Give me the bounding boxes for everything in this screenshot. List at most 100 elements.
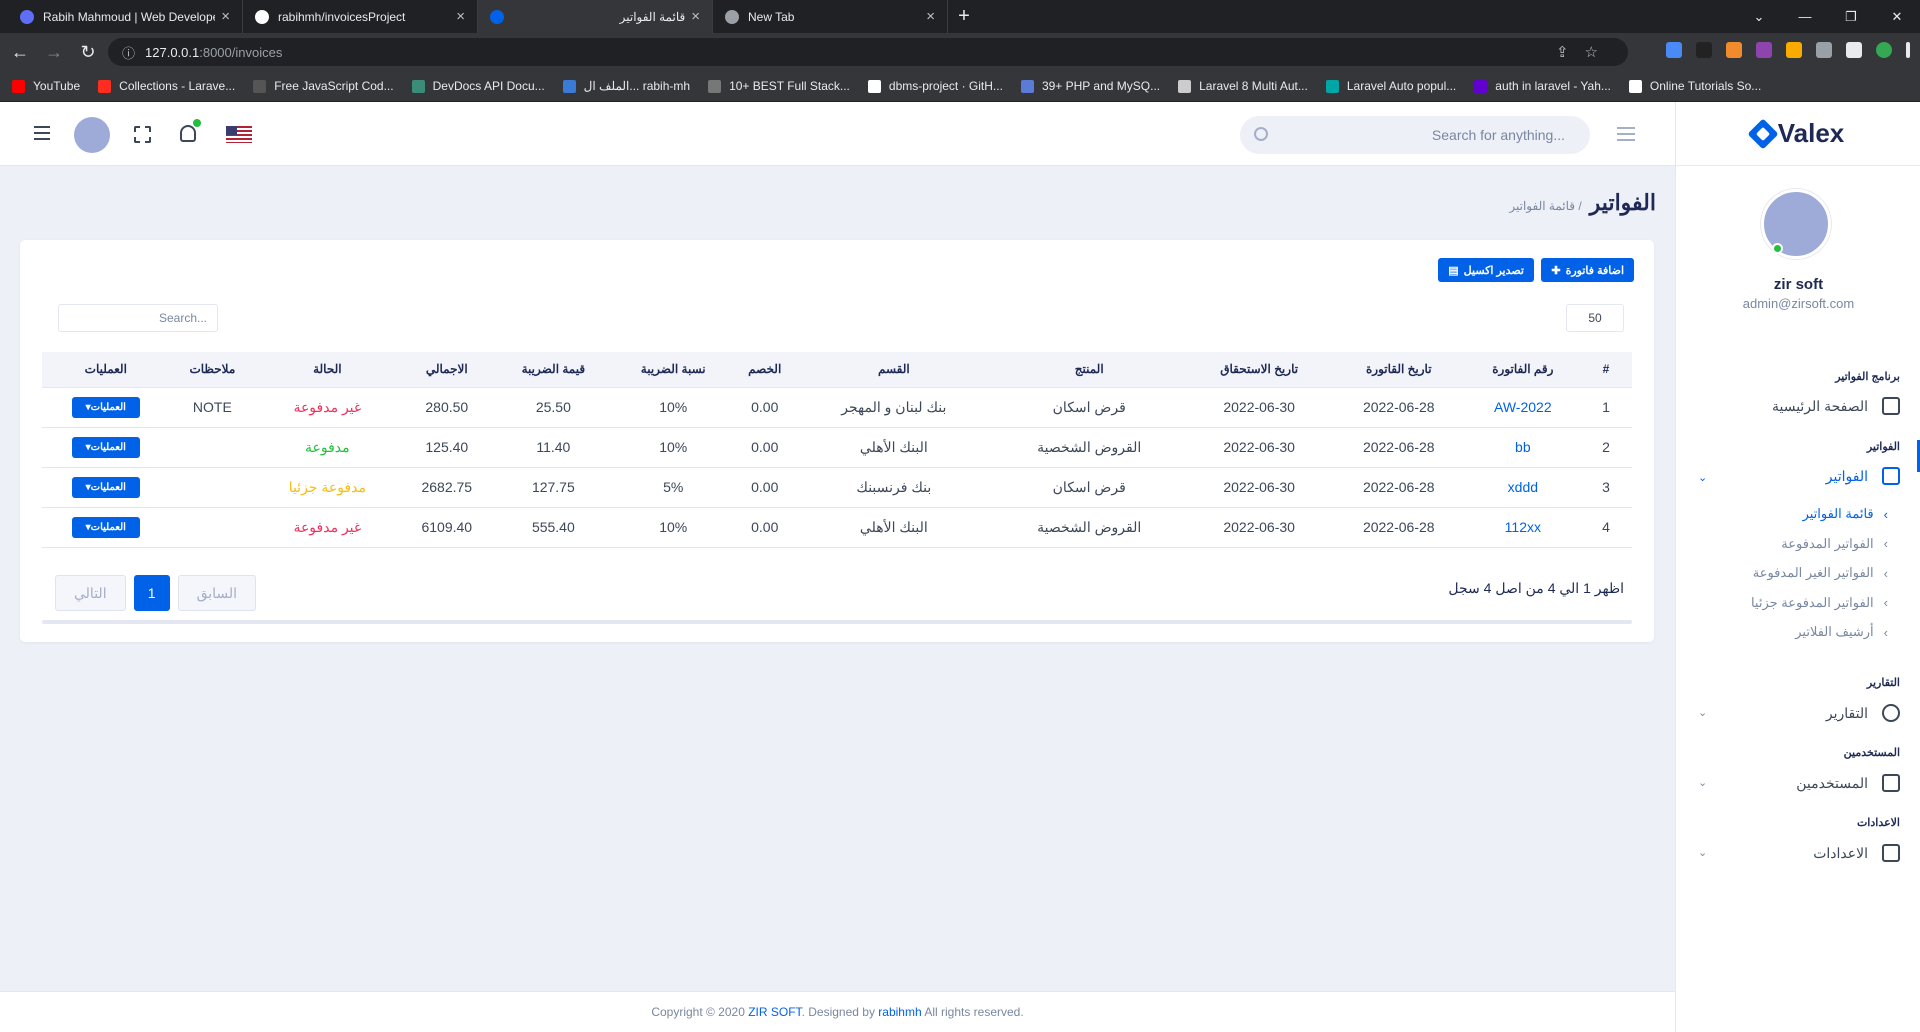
global-search-input[interactable]: Search for anything...: [1240, 116, 1590, 154]
sidebar-item-users[interactable]: المستخدمين: [1796, 774, 1900, 792]
browser-tab[interactable]: rabihmh/invoicesProject ×: [243, 0, 478, 33]
sidebar-item-settings[interactable]: الاعدادات: [1813, 844, 1900, 862]
chevron-down-icon[interactable]: ⌄: [1698, 846, 1707, 859]
column-header[interactable]: رقم الفاتورة: [1465, 352, 1580, 388]
column-header[interactable]: قيمة الضريبة: [494, 352, 613, 388]
header-avatar[interactable]: [74, 117, 110, 153]
sidebar-item-home[interactable]: الصفحة الرئيسية: [1772, 397, 1900, 415]
column-header[interactable]: تاريخ القاتورة: [1331, 352, 1466, 388]
sidebar-item-invoices[interactable]: الفواتير: [1826, 467, 1900, 485]
sidebar-subitem[interactable]: الفواتير الغير المدفوعة ‹: [1753, 565, 1888, 581]
tab-close-icon[interactable]: ×: [456, 8, 465, 25]
fullscreen-icon[interactable]: [134, 126, 151, 143]
invoice-link[interactable]: 112xx: [1465, 507, 1580, 548]
operations-dropdown-button[interactable]: العمليات▾: [71, 476, 140, 498]
sidebar-subitem[interactable]: الفواتير المدفوعة ‹: [1781, 536, 1888, 552]
sidebar-subitem[interactable]: الفواتير المدفوعة جزئيا ‹: [1751, 595, 1888, 611]
back-icon[interactable]: ←: [6, 42, 34, 63]
column-header[interactable]: الخصم: [733, 352, 796, 388]
column-header[interactable]: المنتج: [991, 352, 1187, 388]
profile-avatar[interactable]: [1876, 42, 1892, 58]
column-header[interactable]: الحالة: [255, 352, 400, 388]
column-header[interactable]: القسم: [795, 352, 992, 388]
bookmark-item[interactable]: 39+ PHP and MySQ...: [1020, 79, 1160, 93]
bolt-extension-icon[interactable]: [1786, 42, 1802, 58]
bookmark-item[interactable]: YouTube: [12, 79, 80, 93]
hamburger-icon[interactable]: [34, 126, 50, 144]
sidebar-toggle-icon[interactable]: [1617, 127, 1635, 145]
browser-tab[interactable]: New Tab ×: [713, 0, 948, 33]
forward-icon[interactable]: →: [40, 42, 68, 63]
profile-avatar-large[interactable]: [1761, 189, 1831, 259]
chrome-menu-icon[interactable]: [1906, 42, 1910, 58]
bookmark-item[interactable]: auth in laravel - Yah...: [1474, 79, 1611, 93]
bookmark-item[interactable]: 10+ BEST Full Stack...: [708, 79, 850, 93]
puzzle-icon[interactable]: [1816, 42, 1832, 58]
invoice-link[interactable]: xddd: [1465, 467, 1580, 508]
add-invoice-button[interactable]: ✚ اضافة فاتورة: [1541, 258, 1634, 282]
tab-title: قائمة الفواتير: [619, 9, 686, 24]
next-page-button[interactable]: التالي: [55, 575, 126, 611]
bookmark-item[interactable]: DevDocs API Docu...: [411, 79, 545, 93]
address-bar[interactable]: ⓘ 127.0.0.1:8000/invoices ⇪☆: [108, 38, 1628, 66]
column-header[interactable]: تاريخ الاستحقاق: [1186, 352, 1332, 388]
sidebar-subitem[interactable]: قائمة الفواتير ‹: [1803, 506, 1888, 522]
minimize-icon[interactable]: —: [1782, 9, 1828, 24]
previous-page-button[interactable]: السابق: [177, 575, 257, 611]
orange-extension-icon[interactable]: [1726, 42, 1742, 58]
close-window-icon[interactable]: ✕: [1874, 9, 1920, 25]
page-1-button[interactable]: 1: [133, 575, 170, 611]
share-bookmark-icons[interactable]: ⇪☆: [1556, 43, 1614, 61]
tab-search-icon[interactable]: ⌄: [1736, 9, 1782, 25]
browser-tab[interactable]: قائمة الفواتير ×: [478, 0, 713, 33]
translate-extension-icon[interactable]: [1666, 42, 1682, 58]
operations-dropdown-button[interactable]: العمليات▾: [71, 516, 140, 538]
tab-close-icon[interactable]: ×: [926, 8, 935, 25]
bookmark-label: Laravel 8 Multi Aut...: [1199, 79, 1308, 93]
operations-dropdown-button[interactable]: العمليات▾: [71, 436, 140, 458]
us-flag-icon[interactable]: [226, 126, 252, 143]
column-header[interactable]: #: [1580, 352, 1632, 388]
side-panel-icon[interactable]: [1846, 42, 1862, 58]
bookmark-item[interactable]: Online Tutorials So...: [1628, 79, 1761, 93]
footer-brand-link[interactable]: ZIR SOFT: [748, 1005, 801, 1019]
bookmark-item[interactable]: Collections - Larave...: [98, 79, 235, 93]
invoice-link[interactable]: AW-2022: [1465, 387, 1580, 428]
tab-close-icon[interactable]: ×: [691, 8, 700, 25]
new-tab-button[interactable]: +: [948, 0, 980, 33]
invoice-link[interactable]: bb: [1465, 427, 1580, 468]
logo[interactable]: Valex: [1676, 102, 1920, 166]
operations-dropdown-button[interactable]: العمليات▾: [71, 396, 140, 418]
user-name: zir soft: [1773, 276, 1824, 293]
breadcrumb[interactable]: / قائمة الفواتير: [1509, 199, 1581, 213]
page-length-select[interactable]: 50: [1566, 304, 1624, 332]
cell-rate: 10%: [612, 427, 734, 468]
bookmark-item[interactable]: Laravel 8 Multi Aut...: [1178, 79, 1308, 93]
tab-close-icon[interactable]: ×: [221, 8, 230, 25]
export-excel-button[interactable]: ▤ تصدير اكسيل: [1438, 258, 1534, 282]
hat-extension-icon[interactable]: [1696, 42, 1712, 58]
bell-icon[interactable]: [180, 125, 196, 142]
bookmark-item[interactable]: dbms-project · GitH...: [867, 79, 1003, 93]
bookmark-item[interactable]: Free JavaScript Cod...: [253, 79, 394, 93]
sidebar-subitem[interactable]: أرشيف الفلاتير ‹: [1795, 624, 1888, 640]
reload-icon[interactable]: ↻: [74, 42, 102, 63]
restore-icon[interactable]: ❐: [1828, 9, 1874, 25]
column-header[interactable]: الاجمالي: [399, 352, 495, 388]
column-header[interactable]: نسبة الضريبة: [612, 352, 734, 388]
bookmark-item[interactable]: Laravel Auto popul...: [1325, 79, 1456, 93]
column-header[interactable]: ملاحظات: [169, 352, 256, 388]
horizontal-scrollbar[interactable]: [42, 620, 1632, 624]
browser-tab[interactable]: Rabih Mahmoud | Web Develope ×: [8, 0, 243, 33]
purple-extension-icon[interactable]: [1756, 42, 1772, 58]
table-search-input[interactable]: Search...: [58, 304, 218, 332]
cell-date: 2022-06-28: [1331, 427, 1466, 468]
chevron-down-icon[interactable]: ⌄: [1698, 776, 1707, 789]
site-info-icon[interactable]: ⓘ: [122, 43, 135, 62]
sidebar-item-reports[interactable]: التقارير: [1826, 704, 1900, 722]
column-header[interactable]: العمليات: [42, 352, 170, 388]
chevron-down-icon[interactable]: ⌄: [1698, 706, 1707, 719]
chevron-down-icon[interactable]: ⌄: [1698, 471, 1707, 484]
bookmark-item[interactable]: الملف ال... rabih-mh: [562, 79, 690, 93]
footer-author-link[interactable]: rabihmh: [878, 1005, 921, 1019]
